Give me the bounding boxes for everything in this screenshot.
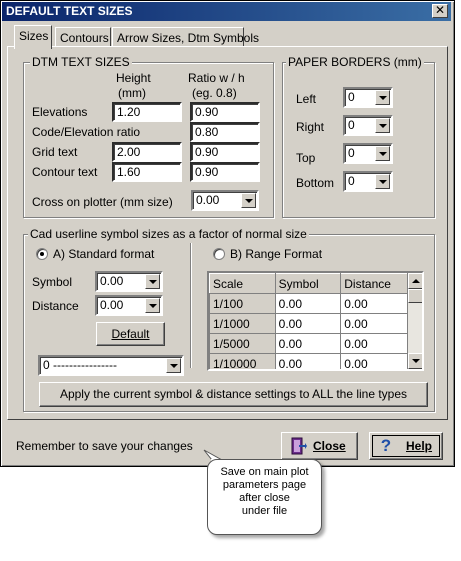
elevations-label: Elevations	[32, 105, 88, 119]
elevations-height-input[interactable]: 1.20	[112, 102, 182, 122]
range-grid[interactable]: Scale Symbol Distance 1/100 0.00 0.00 1/…	[207, 271, 424, 371]
paper-group-legend: PAPER BORDERS (mm)	[286, 55, 424, 69]
grid-cell-symbol[interactable]: 0.00	[274, 333, 342, 354]
left-border-label: Left	[296, 92, 317, 106]
symbol-value: 0.00	[100, 274, 124, 288]
height-unit-label: (mm)	[118, 86, 146, 100]
line-type-value: 0 ----------------	[43, 358, 117, 372]
cross-on-plotter-select[interactable]: 0.00	[191, 190, 259, 211]
grid-cell-distance[interactable]: 0.00	[340, 293, 408, 314]
symbol-select[interactable]: 0.00	[95, 271, 163, 292]
apply-to-all-button[interactable]: Apply the current symbol & distance sett…	[39, 382, 428, 407]
help-button-label: Help	[406, 439, 433, 453]
grid-cell-symbol[interactable]: 0.00	[274, 353, 342, 369]
left-border-value: 0	[348, 90, 355, 104]
elevations-ratio-input[interactable]: 0.90	[190, 102, 260, 122]
range-format-radio[interactable]	[213, 248, 225, 260]
code-elevation-ratio-label: Code/Elevation ratio	[32, 125, 141, 139]
chevron-down-icon[interactable]	[166, 358, 181, 373]
right-border-label: Right	[296, 120, 325, 134]
scroll-down-icon[interactable]	[408, 353, 422, 369]
grid-text-ratio-input[interactable]: 0.90	[190, 142, 260, 162]
grid-header-scale[interactable]: Scale	[209, 273, 276, 294]
distance-select[interactable]: 0.00	[95, 295, 163, 316]
distance-label: Distance	[32, 299, 79, 313]
grid-cell-distance[interactable]: 0.00	[340, 333, 408, 354]
grid-text-label: Grid text	[32, 145, 78, 159]
standard-format-radio[interactable]	[36, 248, 48, 260]
right-border-select[interactable]: 0	[343, 115, 393, 136]
grid-header-distance[interactable]: Distance	[340, 273, 408, 294]
help-button[interactable]: ? Help	[369, 432, 443, 460]
default-button-label: Default	[111, 327, 150, 341]
grid-cell-distance[interactable]: 0.00	[340, 313, 408, 334]
close-button-label: Close	[313, 439, 346, 453]
dtm-group-legend: DTM TEXT SIZES	[30, 55, 132, 69]
grid-scrollbar[interactable]	[408, 273, 422, 369]
cad-group-legend: Cad userline symbol sizes as a factor of…	[28, 227, 309, 241]
chevron-down-icon[interactable]	[375, 146, 390, 161]
callout-line-1: Save on main plot	[220, 466, 309, 478]
standard-format-label: A) Standard format	[53, 247, 155, 261]
grid-cell-distance[interactable]: 0.00	[340, 353, 408, 369]
grid-cell-scale: 1/100	[209, 293, 276, 314]
callout-line-3: after close	[239, 492, 290, 504]
bottom-border-label: Bottom	[296, 176, 335, 190]
symbol-label: Symbol	[32, 275, 73, 289]
chevron-down-icon[interactable]	[145, 298, 160, 313]
vertical-divider	[190, 243, 192, 368]
ratio-hint-label: (eg. 0.8)	[192, 86, 237, 100]
scroll-thumb[interactable]	[408, 289, 422, 303]
grid-cell-scale: 1/10000	[209, 353, 276, 369]
contour-text-label: Contour text	[32, 165, 98, 179]
height-column-header: Height	[116, 71, 151, 85]
bottom-border-value: 0	[348, 174, 355, 188]
cross-on-plotter-label: Cross on plotter (mm size)	[32, 195, 173, 209]
tab-sizes-label: Sizes	[19, 29, 49, 43]
chevron-down-icon[interactable]	[375, 118, 390, 133]
help-question-icon: ?	[380, 436, 392, 455]
door-exit-icon	[291, 437, 307, 455]
callout-line-4: under file	[241, 505, 288, 517]
window-title: DEFAULT TEXT SIZES	[6, 4, 133, 18]
apply-to-all-label: Apply the current symbol & distance sett…	[59, 387, 408, 401]
chevron-down-icon[interactable]	[145, 274, 160, 289]
close-button[interactable]: Close	[281, 432, 358, 460]
top-border-value: 0	[348, 146, 355, 160]
right-border-value: 0	[348, 118, 355, 132]
scroll-up-icon[interactable]	[408, 273, 422, 289]
tab-arrow-sizes-label: Arrow Sizes, Dtm Symbols	[117, 31, 260, 45]
default-button[interactable]: Default	[96, 322, 165, 346]
grid-header-symbol[interactable]: Symbol	[274, 273, 342, 294]
grid-text-height-input[interactable]: 2.00	[112, 142, 182, 162]
contour-text-height-input[interactable]: 1.60	[112, 162, 182, 182]
tab-sizes[interactable]: Sizes	[14, 25, 52, 49]
chevron-down-icon[interactable]	[375, 174, 390, 189]
bottom-border-select[interactable]: 0	[343, 171, 393, 192]
chevron-down-icon[interactable]	[375, 90, 390, 105]
close-window-button[interactable]: ✕	[432, 4, 448, 18]
callout-line-2: parameters page	[222, 479, 307, 491]
tab-contours-label: Contours	[60, 31, 109, 45]
contour-text-ratio-input[interactable]: 0.90	[190, 162, 260, 182]
close-icon: ✕	[434, 3, 446, 17]
title-bar: DEFAULT TEXT SIZES	[2, 2, 451, 21]
grid-cell-scale: 1/5000	[209, 333, 276, 354]
chevron-down-icon[interactable]	[241, 193, 256, 208]
top-border-label: Top	[296, 151, 316, 165]
save-reminder-text: Remember to save your changes	[16, 439, 193, 453]
line-type-select[interactable]: 0 ----------------	[38, 355, 184, 376]
ratio-column-header: Ratio w / h	[188, 71, 245, 85]
range-format-label: B) Range Format	[230, 247, 323, 261]
paper-borders-group	[282, 62, 435, 218]
code-elevation-ratio-input[interactable]: 0.80	[190, 122, 260, 142]
grid-cell-scale: 1/1000	[209, 313, 276, 334]
grid-cell-symbol[interactable]: 0.00	[274, 313, 342, 334]
cross-on-plotter-value: 0.00	[196, 193, 220, 207]
distance-value: 0.00	[100, 298, 124, 312]
top-border-select[interactable]: 0	[343, 143, 393, 164]
callout-note: Save on main plot parameters page after …	[207, 459, 322, 535]
left-border-select[interactable]: 0	[343, 87, 393, 108]
grid-cell-symbol[interactable]: 0.00	[274, 293, 342, 314]
